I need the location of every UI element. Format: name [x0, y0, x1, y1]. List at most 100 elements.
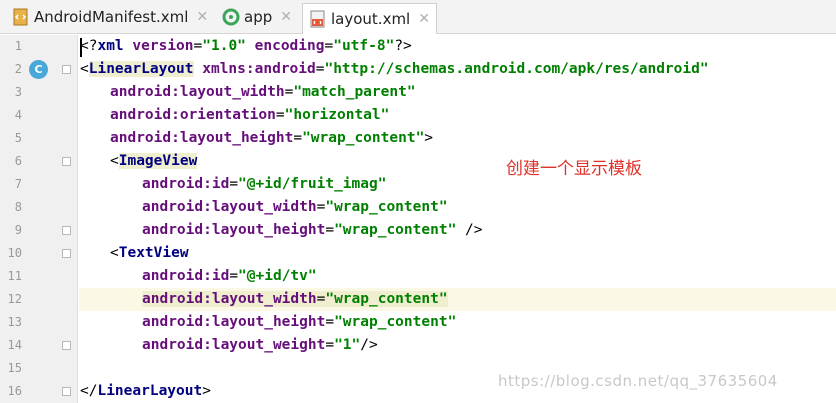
tab-label: app [244, 8, 273, 26]
token: = [325, 314, 335, 330]
token: /> [360, 337, 378, 353]
code-line-13[interactable]: android:layout_height="wrap_content" [142, 311, 456, 334]
line-number: 13 [7, 315, 22, 329]
token: = [324, 38, 334, 54]
close-icon[interactable]: ✕ [280, 9, 292, 25]
code-line-11[interactable]: android:id="@+id/tv" [142, 265, 317, 288]
line-number: 5 [14, 131, 22, 145]
code-line-9[interactable]: android:layout_height="wrap_content" /> [142, 219, 483, 242]
code-line-12[interactable]: android:layout_width="wrap_content" [142, 288, 448, 311]
token: layout_weight [211, 337, 326, 353]
token: android: [142, 268, 212, 284]
token: > [424, 130, 434, 146]
token: LinearLayout [88, 61, 194, 77]
token: orientation [179, 107, 276, 123]
annotation-text: 创建一个显示模板 [506, 159, 642, 179]
token: xmlns: [202, 61, 255, 77]
line-number: 10 [7, 246, 22, 260]
line-number: 1 [14, 39, 22, 53]
token: "http://schemas.android.com/apk/res/andr… [324, 61, 709, 77]
token: encoding [254, 38, 325, 54]
tab-android-manifest[interactable]: AndroidManifest.xml ✕ [6, 3, 214, 31]
token: android: [110, 107, 180, 123]
token: = [229, 268, 239, 284]
line-number: 7 [14, 177, 22, 191]
token: android: [110, 84, 180, 100]
token: "1" [334, 337, 361, 353]
code-line-5[interactable]: android:layout_height="wrap_content"> [110, 127, 433, 150]
line-number: 4 [14, 108, 22, 122]
code-line-8[interactable]: android:layout_width="wrap_content" [142, 196, 448, 219]
token: = [275, 107, 285, 123]
token: version [132, 38, 194, 54]
fold-marker-icon[interactable] [62, 65, 71, 74]
code-line-1[interactable]: <?xml version="1.0" encoding="utf-8"?> [80, 35, 412, 58]
token: ImageView [118, 153, 198, 169]
token: layout_width [211, 291, 317, 307]
token: /> [456, 222, 483, 238]
token: layout_height [211, 314, 326, 330]
line-number: 6 [14, 154, 22, 168]
token: android: [142, 314, 212, 330]
token: android: [142, 176, 212, 192]
token: android: [110, 130, 180, 146]
fold-marker-icon[interactable] [62, 387, 71, 396]
token: android: [142, 291, 212, 307]
token: TextView [118, 245, 189, 261]
code-line-14[interactable]: android:layout_weight="1"/> [142, 334, 378, 357]
token: "match_parent" [293, 84, 416, 100]
line-number: 11 [7, 269, 22, 283]
fold-marker-icon[interactable] [62, 341, 71, 350]
token: xml [97, 38, 124, 54]
token: < [110, 153, 119, 169]
line-number: 15 [7, 361, 22, 375]
token: > [202, 383, 211, 399]
code-line-2[interactable]: <LinearLayout xmlns:android="http://sche… [80, 58, 709, 81]
token: "1.0" [202, 38, 246, 54]
code-line-6[interactable]: <ImageView [110, 150, 198, 173]
token: LinearLayout [97, 383, 203, 399]
token: <? [80, 38, 98, 54]
line-number: 3 [14, 85, 22, 99]
token: = [193, 38, 203, 54]
watermark: https://blog.csdn.net/qq_37635604 [498, 372, 778, 390]
fold-marker-icon[interactable] [62, 249, 71, 258]
code-line-16[interactable]: </LinearLayout> [80, 380, 211, 403]
editor-tab-bar: AndroidManifest.xml ✕ app ✕ layout.xml ✕ [0, 0, 836, 34]
line-number: 12 [7, 292, 22, 306]
tab-layout-xml[interactable]: layout.xml ✕ [302, 3, 437, 34]
token: "wrap_content" [325, 199, 448, 215]
close-icon[interactable]: ✕ [418, 11, 430, 27]
class-badge-icon[interactable]: C [29, 60, 48, 79]
token: android: [142, 337, 212, 353]
line-number: 16 [7, 384, 22, 398]
code-line-4[interactable]: android:orientation="horizontal" [110, 104, 389, 127]
code-line-3[interactable]: android:layout_width="match_parent" [110, 81, 416, 104]
token: = [293, 130, 303, 146]
tab-label: layout.xml [331, 10, 411, 28]
tab-app[interactable]: app ✕ [216, 3, 298, 31]
xml-file-icon [13, 8, 28, 26]
token: "horizontal" [284, 107, 390, 123]
token: android [254, 61, 316, 77]
token: id [211, 176, 230, 192]
token: "wrap_content" [334, 222, 457, 238]
fold-marker-icon[interactable] [62, 226, 71, 235]
code-line-10[interactable]: <TextView [110, 242, 189, 265]
fold-marker-icon[interactable] [62, 157, 71, 166]
close-icon[interactable]: ✕ [196, 9, 208, 25]
token: android: [142, 199, 212, 215]
tab-label: AndroidManifest.xml [34, 8, 189, 26]
token: "@+id/tv" [238, 268, 317, 284]
layout-file-icon [310, 10, 325, 28]
token: layout_height [179, 130, 294, 146]
token: android: [142, 222, 212, 238]
token: layout_height [211, 222, 326, 238]
token: = [229, 176, 239, 192]
line-number: 14 [7, 338, 22, 352]
token: "wrap_content" [334, 314, 457, 330]
code-line-7[interactable]: android:id="@+id/fruit_imag" [142, 173, 386, 196]
token: ?> [394, 38, 412, 54]
